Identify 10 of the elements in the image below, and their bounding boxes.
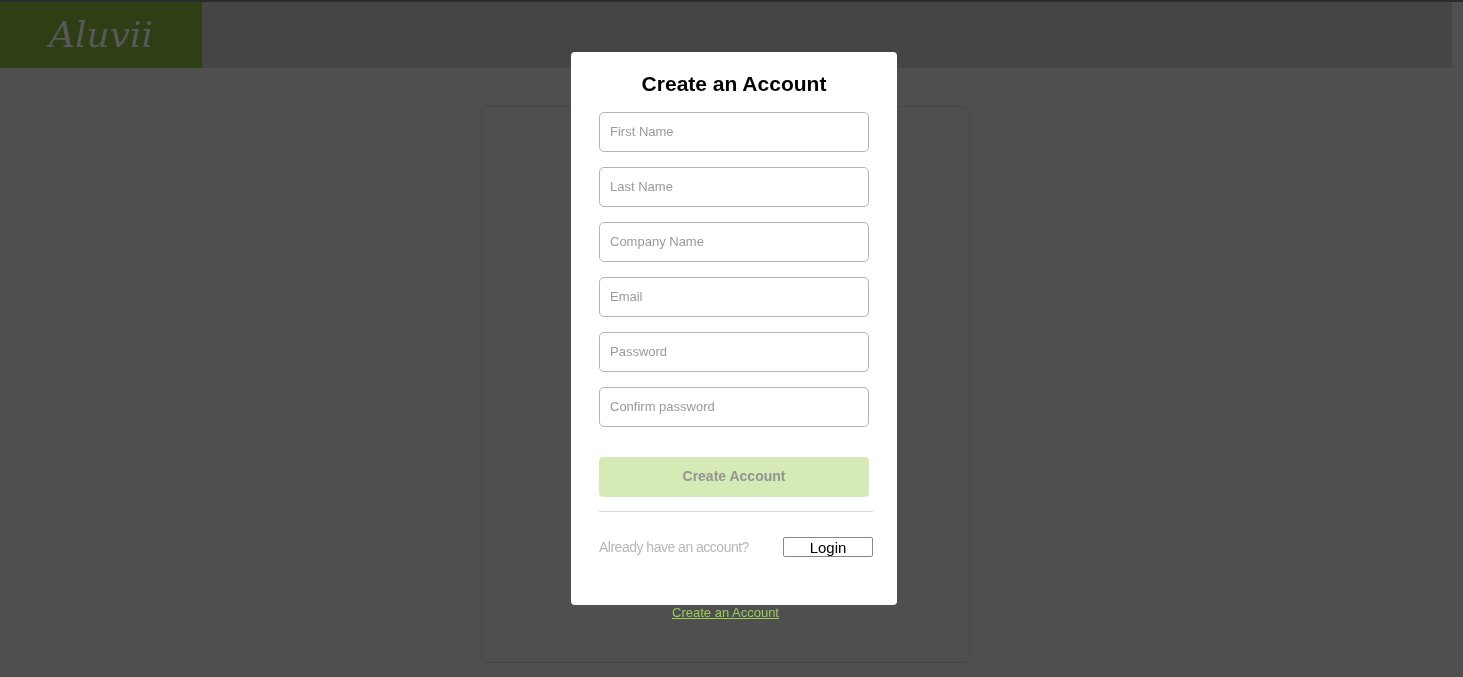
input-field[interactable]: First Name [599, 111, 869, 152]
input-field[interactable]: Password [599, 331, 869, 372]
input-field[interactable]: Email [599, 276, 869, 317]
login-prompt: Already have an account? [599, 537, 749, 557]
modal-title: Create an Account [640, 71, 828, 97]
input-field[interactable]: Confirm password [599, 386, 869, 427]
input-field[interactable]: Last Name [599, 166, 869, 207]
create-account-link[interactable]: Create an Account [482, 602, 969, 622]
input-field[interactable]: Company Name [599, 221, 869, 262]
login-button[interactable]: Login [783, 537, 873, 557]
